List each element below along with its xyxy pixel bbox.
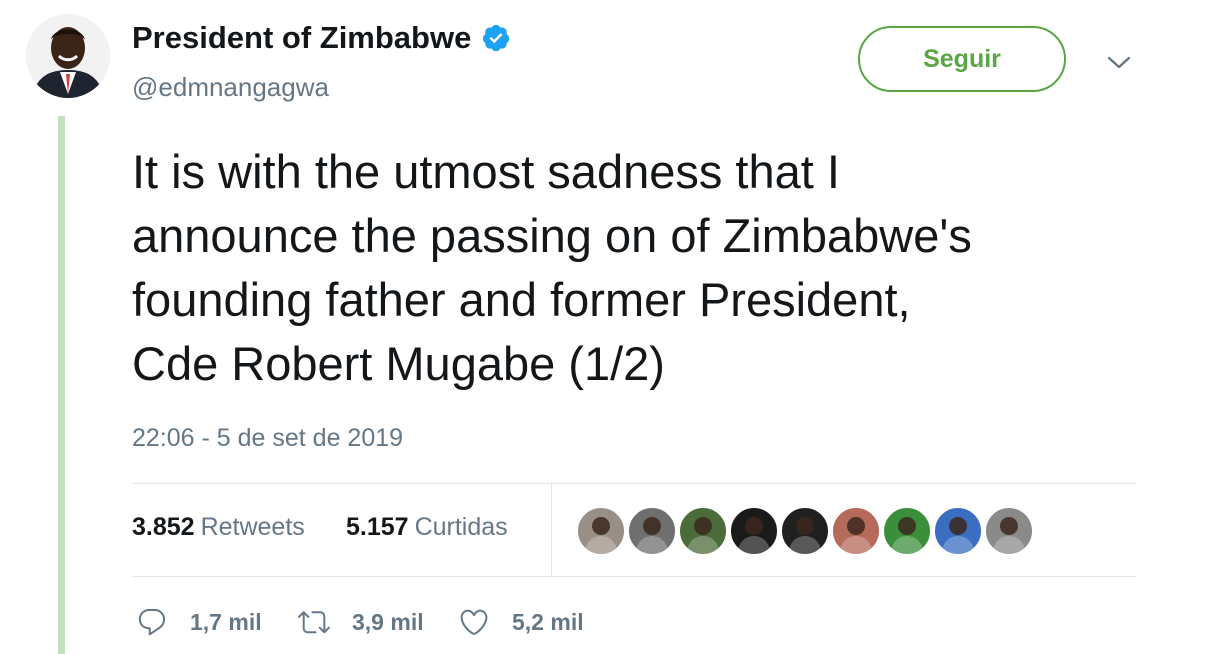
tweet-timestamp[interactable]: 22:06 - 5 de set de 2019 (132, 424, 403, 453)
liker-avatar[interactable] (678, 506, 728, 556)
divider (132, 483, 1136, 484)
verified-badge-icon (483, 24, 510, 52)
liker-avatar[interactable] (729, 506, 779, 556)
divider (132, 576, 1136, 577)
follow-button[interactable]: Seguir (858, 26, 1066, 92)
likes-stat[interactable]: 5.157 Curtidas (346, 513, 508, 542)
retweet-count: 3,9 mil (352, 608, 424, 635)
like-button[interactable]: 5,2 mil (458, 606, 584, 638)
liker-avatar[interactable] (933, 506, 983, 556)
retweet-icon (298, 611, 330, 634)
user-handle[interactable]: @edmnangagwa (132, 72, 329, 103)
thread-line (58, 116, 65, 654)
reply-count: 1,7 mil (190, 608, 262, 635)
liker-avatar[interactable] (627, 506, 677, 556)
reply-button[interactable]: 1,7 mil (136, 606, 262, 638)
reply-icon (138, 608, 166, 636)
likes-count: 5.157 (346, 513, 409, 541)
avatar[interactable] (26, 14, 110, 98)
heart-icon (460, 609, 488, 635)
chevron-down-icon[interactable] (1104, 50, 1134, 74)
retweets-label: Retweets (200, 513, 305, 541)
liker-avatar[interactable] (984, 506, 1034, 556)
liker-avatar[interactable] (576, 506, 626, 556)
retweets-count: 3.852 (132, 513, 195, 541)
avatar-image (26, 14, 110, 98)
stats-divider (551, 484, 552, 576)
display-name[interactable]: President of Zimbabwe (132, 20, 511, 56)
display-name-text: President of Zimbabwe (132, 20, 472, 55)
liker-avatar[interactable] (831, 506, 881, 556)
retweet-button[interactable]: 3,9 mil (298, 606, 424, 638)
like-count: 5,2 mil (512, 608, 584, 635)
retweets-stat[interactable]: 3.852 Retweets (132, 513, 305, 542)
liker-avatar[interactable] (882, 506, 932, 556)
likes-label: Curtidas (414, 513, 508, 541)
tweet-text: It is with the utmost sadness that I ann… (132, 145, 972, 390)
liker-avatar[interactable] (780, 506, 830, 556)
